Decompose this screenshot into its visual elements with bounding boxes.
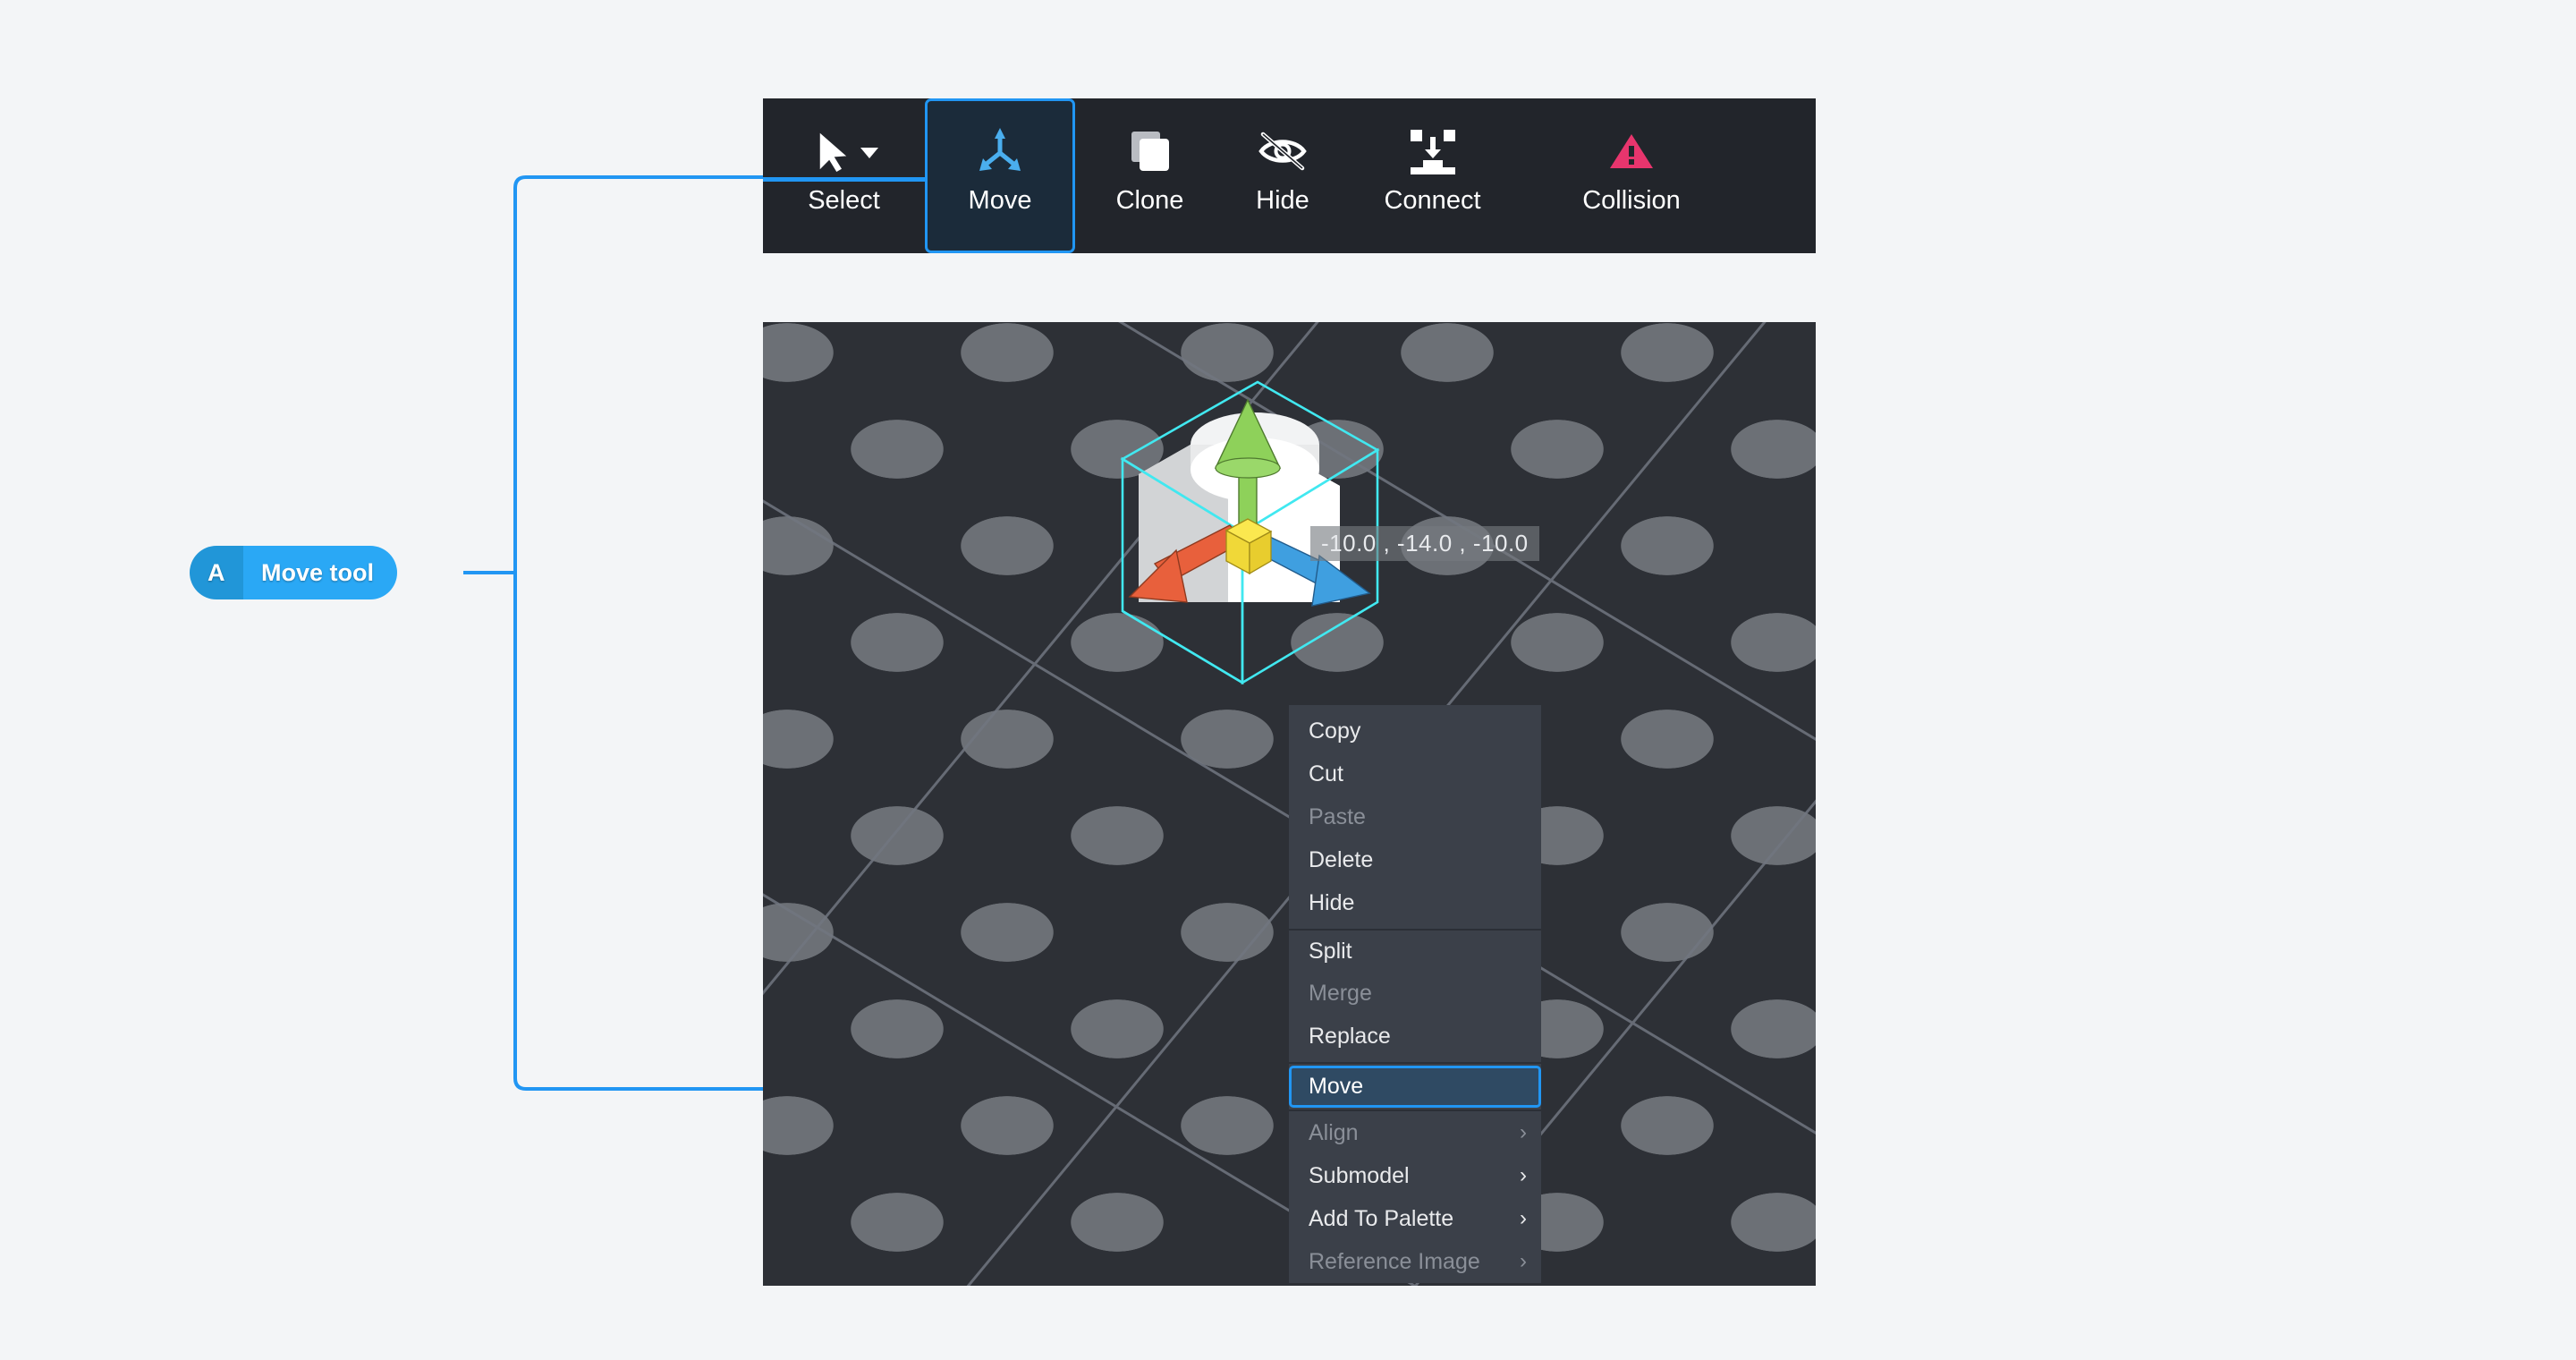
viewport-3d[interactable]: -10.0 , -14.0 , -10.0 Copy Cut Paste Del… bbox=[763, 322, 1816, 1286]
context-menu-item-replace[interactable]: Replace bbox=[1289, 1015, 1541, 1058]
coordinate-readout: -10.0 , -14.0 , -10.0 bbox=[1310, 526, 1539, 561]
context-menu-item-cut[interactable]: Cut bbox=[1289, 752, 1541, 795]
context-menu-item-align: Align › bbox=[1289, 1111, 1541, 1154]
menu-item-label: Hide bbox=[1309, 889, 1355, 915]
toolbar-label-select: Select bbox=[808, 186, 880, 215]
toolbar-label-connect: Connect bbox=[1384, 186, 1481, 215]
menu-item-label: Align bbox=[1309, 1119, 1359, 1145]
warning-triangle-icon bbox=[1606, 118, 1657, 184]
menu-item-label: Paste bbox=[1309, 803, 1366, 829]
eye-slash-icon bbox=[1256, 118, 1309, 184]
context-menu-separator bbox=[1289, 1062, 1541, 1064]
context-menu-item-submodel[interactable]: Submodel › bbox=[1289, 1154, 1541, 1197]
toolbar-label-collision: Collision bbox=[1582, 186, 1681, 215]
cursor-arrow-icon bbox=[801, 118, 887, 184]
move-gizmo-icon bbox=[972, 118, 1028, 184]
chevron-right-icon: › bbox=[1520, 1163, 1527, 1187]
chevron-right-icon: › bbox=[1520, 1206, 1527, 1230]
context-menu-item-reference-image: Reference Image › bbox=[1289, 1240, 1541, 1283]
context-menu-item-paste: Paste bbox=[1289, 795, 1541, 838]
context-menu-item-copy[interactable]: Copy bbox=[1289, 710, 1541, 752]
context-menu-item-hide[interactable]: Hide bbox=[1289, 881, 1541, 924]
toolbar-item-select[interactable]: Select bbox=[763, 98, 925, 253]
context-menu-item-move[interactable]: Move bbox=[1289, 1066, 1541, 1108]
menu-item-label: Merge bbox=[1309, 980, 1372, 1006]
context-menu-item-delete[interactable]: Delete bbox=[1289, 838, 1541, 881]
context-menu[interactable]: Copy Cut Paste Delete Hide Split Merge R… bbox=[1289, 705, 1541, 1283]
copy-squares-icon bbox=[1125, 118, 1175, 184]
toolbar-item-clone[interactable]: Clone bbox=[1075, 98, 1224, 253]
menu-item-label: Cut bbox=[1309, 761, 1343, 786]
toolbar-item-connect[interactable]: Connect bbox=[1341, 98, 1524, 253]
toolbar-item-hide[interactable]: Hide bbox=[1224, 98, 1341, 253]
context-menu-item-merge: Merge bbox=[1289, 972, 1541, 1015]
toolbar-item-collision[interactable]: Collision bbox=[1524, 98, 1739, 253]
toolbar-label-clone: Clone bbox=[1115, 186, 1184, 215]
menu-item-label: Submodel bbox=[1309, 1162, 1410, 1188]
screen-root: A Move tool Select Move Clone Hide Conne… bbox=[0, 0, 2576, 1360]
chevron-right-icon: › bbox=[1520, 1120, 1527, 1144]
context-menu-item-split[interactable]: Split bbox=[1289, 929, 1541, 972]
select-active-underline bbox=[763, 177, 925, 182]
annotation-badge-label: Move tool bbox=[243, 546, 397, 599]
menu-item-label: Copy bbox=[1309, 718, 1361, 744]
menu-item-label: Add To Palette bbox=[1309, 1205, 1454, 1231]
tool-toolbar: Select Move Clone Hide Connect Collision bbox=[763, 98, 1816, 253]
annotation-badge-key: A bbox=[190, 546, 243, 599]
menu-item-label: Split bbox=[1309, 938, 1352, 964]
menu-item-label: Replace bbox=[1309, 1023, 1391, 1049]
menu-item-label: Reference Image bbox=[1309, 1248, 1480, 1274]
toolbar-label-hide: Hide bbox=[1256, 186, 1309, 215]
toolbar-label-move: Move bbox=[968, 186, 1032, 215]
menu-item-label: Move bbox=[1309, 1074, 1364, 1099]
menu-item-label: Delete bbox=[1309, 846, 1374, 872]
annotation-badge: A Move tool bbox=[190, 546, 397, 599]
chevron-right-icon: › bbox=[1520, 1249, 1527, 1273]
connect-arrow-icon bbox=[1405, 118, 1461, 184]
context-menu-item-add-to-palette[interactable]: Add To Palette › bbox=[1289, 1197, 1541, 1240]
toolbar-item-move[interactable]: Move bbox=[925, 98, 1075, 253]
